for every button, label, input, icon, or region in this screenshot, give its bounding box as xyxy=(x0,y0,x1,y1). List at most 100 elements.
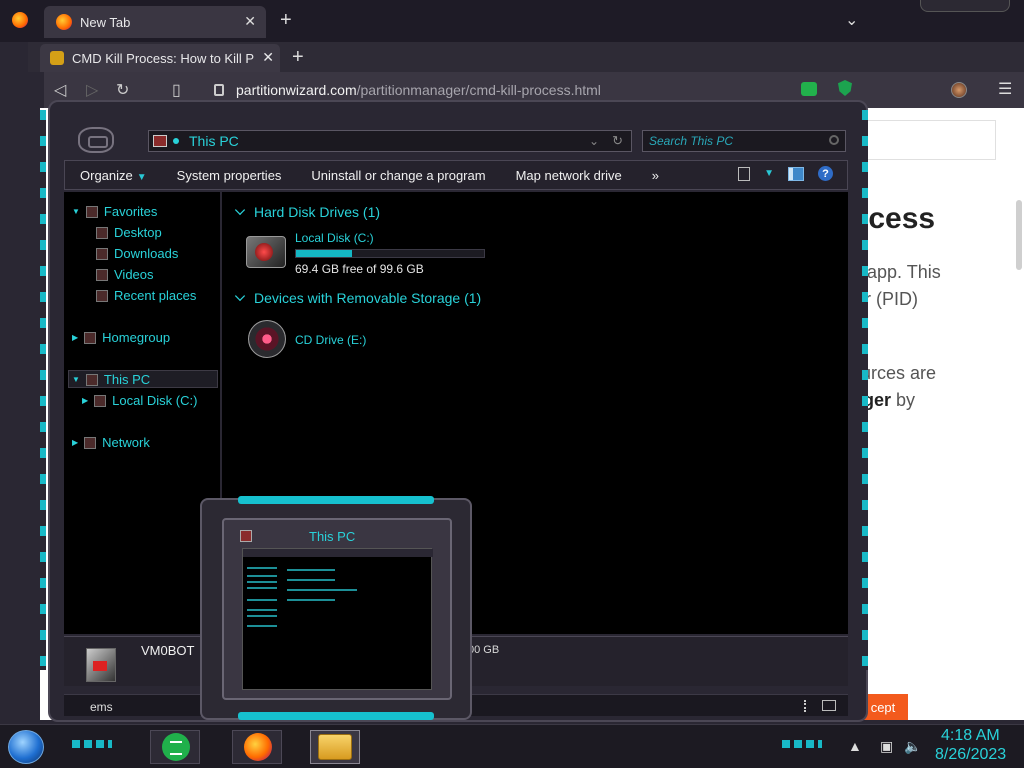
system-properties-button[interactable]: System properties xyxy=(162,168,297,183)
close-tab-icon[interactable]: ✕ xyxy=(262,49,274,66)
star-icon xyxy=(85,205,98,218)
chevron-down-icon[interactable]: ⌄ xyxy=(589,134,599,148)
change-view-icon[interactable] xyxy=(738,166,751,181)
nav-videos[interactable]: Videos xyxy=(96,267,154,282)
downloads-icon xyxy=(96,247,108,260)
desktop: New Tab ✕ + ⌄ CMD Kill Process: How to K… xyxy=(0,0,1024,768)
nav-network[interactable]: ▶ Network xyxy=(72,435,150,450)
computer-icon xyxy=(85,373,98,386)
expand-arrow-icon[interactable]: ▶ xyxy=(72,438,78,447)
recent-places-icon xyxy=(96,289,108,302)
uninstall-program-button[interactable]: Uninstall or change a program xyxy=(296,168,500,183)
videos-icon xyxy=(96,268,108,281)
group-hard-disk-drives[interactable]: Hard Disk Drives (1) xyxy=(234,204,380,220)
thumbnail-accent xyxy=(238,712,434,720)
network-tray-icon[interactable]: ▣ xyxy=(880,738,893,755)
chevron-down-icon[interactable] xyxy=(234,204,246,216)
nav-this-pc[interactable]: ▼ This PC xyxy=(72,372,150,387)
show-hidden-icons[interactable]: ▲ xyxy=(848,738,862,754)
webpage-header-box xyxy=(862,120,996,160)
details-name: VM0BOT xyxy=(141,643,195,658)
hard-drive-icon[interactable] xyxy=(246,236,286,268)
drive-c-name[interactable]: Local Disk (C:) xyxy=(295,231,374,245)
address-bar[interactable]: This PC ⌄ ↻ xyxy=(148,130,632,152)
computer-icon xyxy=(86,648,116,682)
hard-drive-icon xyxy=(94,394,107,407)
volume-icon[interactable]: 🔈 xyxy=(904,738,921,755)
new-tab-button[interactable]: + xyxy=(280,9,292,32)
window-border-decoration xyxy=(862,110,868,670)
more-commands-button[interactable]: » xyxy=(637,168,674,183)
large-icons-view-icon[interactable] xyxy=(822,700,836,711)
expand-arrow-icon[interactable]: ▶ xyxy=(82,396,88,405)
forward-icon[interactable]: ▷ xyxy=(86,80,98,100)
url-host: partitionwizard.com xyxy=(236,82,357,98)
thumbnail-accent xyxy=(238,496,434,504)
command-bar: Organize ▼ System properties Uninstall or… xyxy=(64,160,848,190)
nav-homegroup[interactable]: ▶ Homegroup xyxy=(72,330,170,345)
clock-date[interactable]: 8/26/2023 xyxy=(935,746,1006,764)
chevron-down-icon[interactable] xyxy=(234,290,246,302)
refresh-icon[interactable]: ↻ xyxy=(612,133,623,149)
organize-button[interactable]: Organize ▼ xyxy=(65,168,162,183)
caret-down-icon: ▼ xyxy=(136,171,147,183)
firefox-icon xyxy=(244,733,272,761)
details-view-icon[interactable] xyxy=(804,700,810,712)
tab-label: CMD Kill Process: How to Kill Proc xyxy=(72,50,254,66)
clock-time[interactable]: 4:18 AM xyxy=(941,727,1000,745)
back-forward-orb-icon[interactable] xyxy=(78,127,114,153)
map-network-drive-button[interactable]: Map network drive xyxy=(501,168,637,183)
details-size: 00 GB xyxy=(468,644,500,656)
tab-label: New Tab xyxy=(80,14,131,30)
group-removable-storage[interactable]: Devices with Removable Storage (1) xyxy=(234,290,481,306)
thumbnail-title: This PC xyxy=(309,529,356,544)
status-text: ems xyxy=(90,700,113,714)
bookmark-icon[interactable]: ▯ xyxy=(172,80,181,100)
view-controls: ▼ ? xyxy=(738,166,833,181)
nav-favorites[interactable]: ▼ Favorites xyxy=(72,204,157,219)
caret-down-icon[interactable]: ▼ xyxy=(764,168,774,179)
nav-desktop[interactable]: Desktop xyxy=(96,225,162,240)
text: by xyxy=(891,390,916,410)
drive-c-free-space: 69.4 GB free of 99.6 GB xyxy=(295,262,424,276)
back-icon[interactable]: ◁ xyxy=(54,80,66,100)
window-border-decoration xyxy=(40,110,46,670)
expand-arrow-icon[interactable]: ▶ xyxy=(72,333,78,342)
page-scrollbar[interactable] xyxy=(1016,200,1022,270)
help-icon[interactable]: ? xyxy=(818,166,833,181)
expand-arrow-icon[interactable]: ▼ xyxy=(72,207,80,216)
nav-recent-places[interactable]: Recent places xyxy=(96,288,196,303)
search-input[interactable] xyxy=(649,134,819,148)
close-tab-icon[interactable]: ✕ xyxy=(244,13,256,30)
new-tab-button-2[interactable]: + xyxy=(292,46,304,69)
address-text: This PC xyxy=(189,133,239,149)
search-icon[interactable] xyxy=(829,135,839,145)
chevron-down-icon[interactable]: ⌄ xyxy=(845,10,858,30)
desktop-icon xyxy=(96,226,108,239)
network-icon xyxy=(84,436,97,449)
homegroup-icon xyxy=(84,331,97,344)
lock-icon xyxy=(214,84,224,96)
nav-local-disk[interactable]: ▶ Local Disk (C:) xyxy=(82,393,197,408)
profile-avatar[interactable] xyxy=(951,82,967,98)
thumbnail-image[interactable] xyxy=(242,548,433,690)
expand-arrow-icon[interactable]: ▼ xyxy=(72,375,80,384)
tab-new-tab[interactable]: New Tab ✕ xyxy=(44,6,266,38)
usage-fill xyxy=(296,250,353,257)
preview-pane-icon[interactable] xyxy=(788,166,804,181)
computer-icon xyxy=(153,135,167,147)
reload-icon[interactable]: ↻ xyxy=(116,80,129,100)
cd-drive-icon[interactable] xyxy=(248,320,286,358)
drive-e-name[interactable]: CD Drive (E:) xyxy=(295,333,366,347)
breadcrumb-separator-icon xyxy=(173,138,179,144)
firefox-icon[interactable] xyxy=(12,12,28,28)
notes-app-icon xyxy=(162,733,190,761)
search-box[interactable] xyxy=(642,130,846,152)
computer-icon xyxy=(240,530,252,542)
notes-extension-icon[interactable] xyxy=(801,82,817,96)
start-button[interactable] xyxy=(8,730,44,764)
site-favicon xyxy=(50,51,64,65)
tab-cmd-kill-process[interactable]: CMD Kill Process: How to Kill Proc ✕ xyxy=(40,44,280,72)
menu-icon[interactable]: ☰ xyxy=(998,79,1012,99)
nav-downloads[interactable]: Downloads xyxy=(96,246,178,261)
